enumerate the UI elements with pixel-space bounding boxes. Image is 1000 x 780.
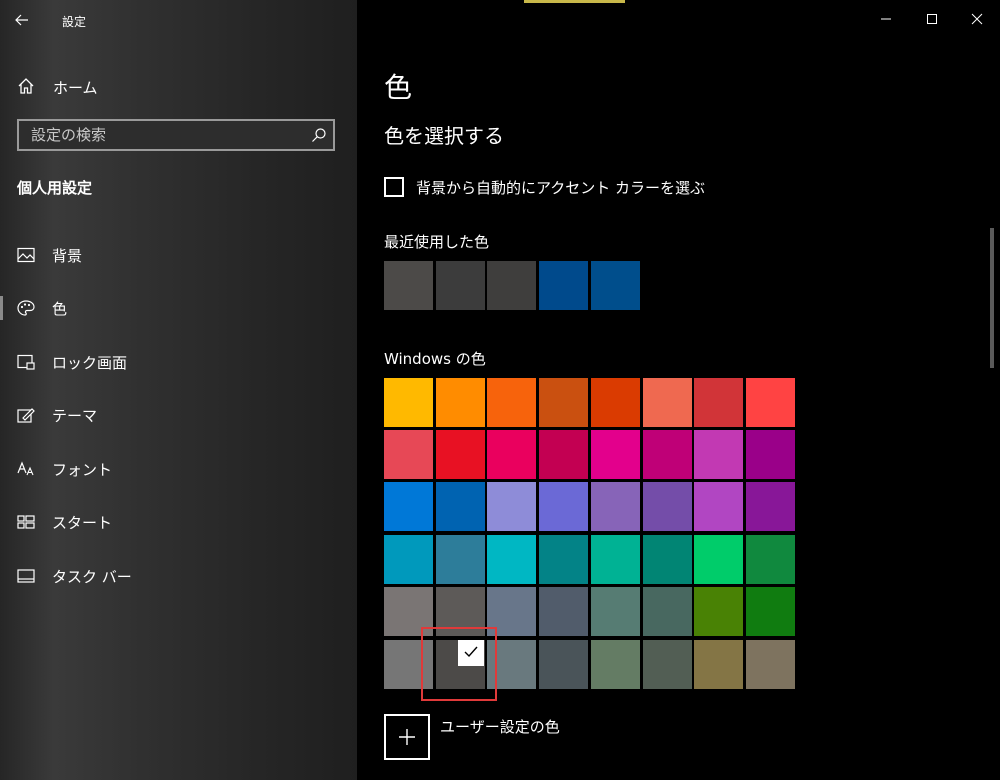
nav-item-label: ロック画面 (52, 354, 128, 372)
color-swatch[interactable] (694, 640, 743, 689)
maximize-icon (927, 14, 937, 24)
color-swatch[interactable] (694, 378, 743, 427)
lock-screen-icon (17, 354, 35, 370)
color-swatch[interactable] (746, 482, 795, 531)
close-icon (971, 13, 983, 25)
color-swatch[interactable] (591, 482, 640, 531)
app-title: 設定 (62, 15, 87, 29)
nav-item-lock-screen[interactable]: ロック画面 (0, 342, 357, 382)
nav-item-taskbar[interactable]: タスク バー (0, 556, 357, 596)
color-swatch[interactable] (643, 430, 692, 479)
auto-accent-checkbox[interactable] (384, 177, 404, 197)
home-icon (18, 78, 34, 94)
color-swatch[interactable] (643, 640, 692, 689)
font-icon (17, 461, 34, 476)
recent-color-swatch[interactable] (384, 261, 433, 310)
nav-item-label: 色 (52, 300, 68, 318)
recent-color-swatch[interactable] (539, 261, 588, 310)
color-swatch[interactable] (694, 587, 743, 636)
nav-item-colors[interactable]: 色 (0, 288, 357, 328)
windows-colors-label: Windows の色 (384, 350, 486, 368)
color-swatch[interactable] (384, 535, 433, 584)
recent-colors-label: 最近使用した色 (384, 233, 490, 251)
color-swatch[interactable] (694, 535, 743, 584)
home-label: ホーム (53, 79, 98, 97)
color-swatch[interactable] (487, 535, 536, 584)
color-swatch[interactable] (539, 430, 588, 479)
nav-item-fonts[interactable]: フォント (0, 449, 357, 489)
color-swatch[interactable] (746, 378, 795, 427)
picture-icon (17, 247, 35, 263)
color-swatch[interactable] (436, 430, 485, 479)
color-swatch[interactable] (643, 482, 692, 531)
close-button[interactable] (955, 4, 999, 34)
choose-color-heading: 色を選択する (384, 124, 504, 148)
nav-item-label: テーマ (52, 407, 98, 425)
nav-item-label: タスク バー (52, 568, 132, 586)
back-button[interactable] (8, 6, 36, 34)
color-swatch[interactable] (746, 640, 795, 689)
color-swatch[interactable] (539, 378, 588, 427)
taskbar-icon (17, 569, 35, 583)
selection-highlight (421, 627, 497, 701)
color-swatch[interactable] (436, 482, 485, 531)
color-swatch[interactable] (643, 587, 692, 636)
title-bar: 設定 (0, 4, 357, 38)
custom-color-label[interactable]: ユーザー設定の色 (440, 716, 560, 737)
color-swatch[interactable] (746, 587, 795, 636)
palette-icon (17, 300, 35, 316)
color-swatch[interactable] (384, 430, 433, 479)
nav-item-background[interactable]: 背景 (0, 235, 357, 275)
color-swatch[interactable] (539, 482, 588, 531)
color-swatch[interactable] (694, 482, 743, 531)
color-swatch[interactable] (487, 378, 536, 427)
color-swatch[interactable] (591, 587, 640, 636)
search-box (17, 119, 335, 151)
scrollbar[interactable] (990, 228, 994, 368)
color-swatch[interactable] (436, 535, 485, 584)
nav-item-label: スタート (52, 514, 113, 532)
recent-color-swatch[interactable] (436, 261, 485, 310)
maximize-button[interactable] (910, 4, 954, 34)
color-swatch[interactable] (746, 535, 795, 584)
color-swatch[interactable] (643, 535, 692, 584)
color-swatch[interactable] (591, 535, 640, 584)
recent-color-swatch[interactable] (487, 261, 536, 310)
color-swatch[interactable] (539, 587, 588, 636)
nav-item-theme[interactable]: テーマ (0, 395, 357, 435)
page-title: 色 (384, 71, 413, 104)
title-bar-accent (524, 0, 625, 3)
navigation-pane: 設定 ホーム 個人用設定 背景 色 (0, 0, 357, 780)
nav-item-label: フォント (52, 461, 113, 479)
section-title: 個人用設定 (17, 179, 93, 197)
color-swatch[interactable] (694, 430, 743, 479)
color-swatch[interactable] (384, 482, 433, 531)
color-swatch[interactable] (487, 430, 536, 479)
color-swatch[interactable] (591, 430, 640, 479)
recent-color-swatch[interactable] (591, 261, 640, 310)
minimize-icon (881, 18, 891, 20)
nav-item-start[interactable]: スタート (0, 502, 357, 542)
color-swatch[interactable] (643, 378, 692, 427)
home-nav-item[interactable]: ホーム (0, 70, 357, 102)
start-icon (17, 515, 35, 529)
color-swatch[interactable] (539, 535, 588, 584)
color-swatch[interactable] (487, 482, 536, 531)
color-swatch[interactable] (539, 640, 588, 689)
minimize-button[interactable] (864, 4, 908, 34)
back-arrow-icon (15, 14, 28, 26)
nav-item-label: 背景 (52, 247, 83, 265)
theme-icon (17, 408, 35, 423)
search-input[interactable] (19, 121, 311, 149)
color-swatch[interactable] (746, 430, 795, 479)
plus-icon (399, 729, 415, 745)
color-swatch[interactable] (591, 640, 640, 689)
color-swatch[interactable] (591, 378, 640, 427)
auto-accent-label: 背景から自動的にアクセント カラーを選ぶ (416, 179, 706, 197)
search-icon[interactable] (311, 127, 327, 143)
custom-color-button[interactable] (384, 714, 430, 760)
color-swatch[interactable] (436, 378, 485, 427)
color-swatch[interactable] (384, 378, 433, 427)
